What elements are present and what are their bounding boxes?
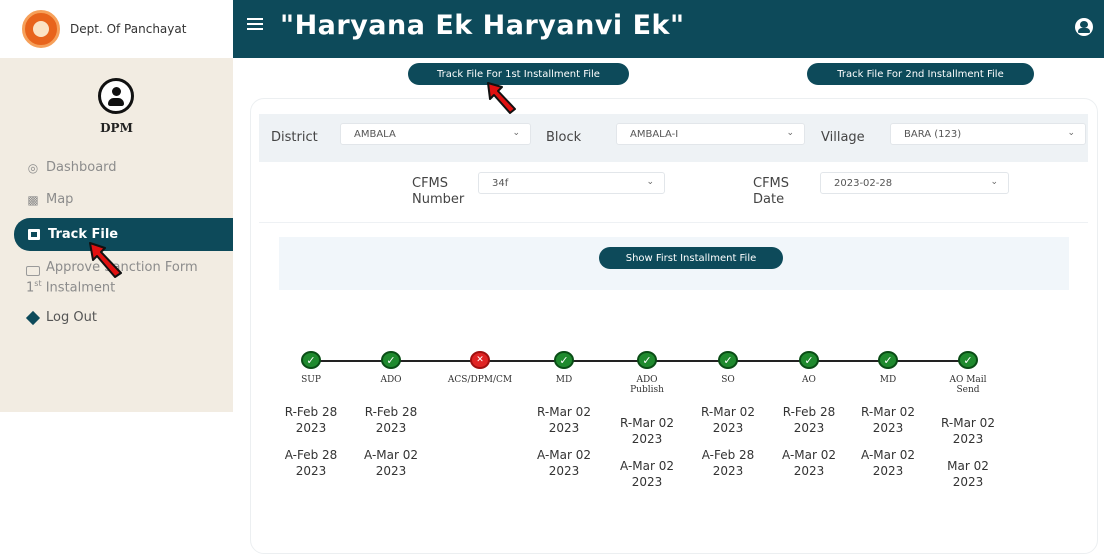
app-root: Dept. Of Panchayat DPM ◎ Dashboard ▩ Map… <box>0 0 1104 554</box>
check-icon: ✓ <box>878 351 898 369</box>
brand-name: Dept. Of Panchayat <box>70 22 187 36</box>
menu-icon[interactable] <box>247 18 263 30</box>
track-second-installment-button[interactable]: Track File For 2nd Installment File <box>807 63 1034 85</box>
timeline-stage-label: SO <box>721 375 735 385</box>
chevron-down-icon: ⌄ <box>786 128 794 138</box>
account-icon[interactable] <box>1075 18 1093 36</box>
approved-date: A-Mar 02 2023 <box>537 448 591 478</box>
timeline-stage-label: MD <box>879 375 897 385</box>
check-icon: ✓ <box>637 351 657 369</box>
approved-date: A-Feb 28 2023 <box>701 448 755 478</box>
block-label: Block <box>546 130 582 145</box>
divider <box>259 222 1088 223</box>
cfms-date-value: 2023-02-28 <box>834 177 893 189</box>
sidebar-item-label: Dashboard <box>46 160 117 175</box>
sidebar-item-dashboard[interactable]: ◎ Dashboard <box>26 160 117 175</box>
sidebar-item-label: Log Out <box>46 310 97 325</box>
district-label: District <box>271 130 318 145</box>
received-date: R-Mar 02 2023 <box>941 416 995 446</box>
block-value: AMBALA-I <box>630 128 679 140</box>
check-icon: ✓ <box>718 351 738 369</box>
received-date: R-Feb 28 2023 <box>284 405 338 435</box>
received-date: R-Feb 28 2023 <box>364 405 418 435</box>
map-icon: ▩ <box>27 192 39 207</box>
received-date: R-Mar 02 2023 <box>861 405 915 435</box>
district-value: AMBALA <box>354 128 396 140</box>
check-icon: ✓ <box>381 351 401 369</box>
cfms-number-value: 34f <box>492 177 509 189</box>
approved-date: A-Feb 28 2023 <box>284 448 338 478</box>
chevron-down-icon: ⌄ <box>990 177 998 187</box>
brand[interactable]: Dept. Of Panchayat <box>0 0 233 58</box>
village-label: Village <box>821 130 865 145</box>
sidebar-item-label-line2: 1st Instalment <box>26 279 116 296</box>
chevron-down-icon: ⌄ <box>1067 128 1075 138</box>
cfms-date-label: CFMS Date <box>753 176 790 207</box>
block-select[interactable]: AMBALA-I ⌄ <box>616 123 805 145</box>
track-first-installment-button[interactable]: Track File For 1st Installment File <box>408 63 629 85</box>
user-role: DPM <box>100 121 133 135</box>
file-icon <box>28 229 40 240</box>
chevron-down-icon: ⌄ <box>512 128 520 138</box>
cfms-number-select[interactable]: 34f ⌄ <box>478 172 665 194</box>
form-icon <box>26 266 40 276</box>
village-select[interactable]: BARA (123) ⌄ <box>890 123 1086 145</box>
sidebar: Dept. Of Panchayat DPM ◎ Dashboard ▩ Map <box>0 0 233 412</box>
check-icon: ✓ <box>958 351 978 369</box>
haryana-emblem-icon <box>22 10 60 48</box>
timeline-stage-label: AO Mail Send <box>949 375 987 395</box>
district-select[interactable]: AMBALA ⌄ <box>340 123 531 145</box>
check-icon: ✓ <box>554 351 574 369</box>
received-date: R-Feb 28 2023 <box>782 405 836 435</box>
show-first-installment-button[interactable]: Show First Installment File <box>599 247 783 269</box>
page-title: "Haryana Ek Haryanvi Ek" <box>280 10 685 41</box>
chevron-down-icon: ⌄ <box>646 177 654 187</box>
timeline-stage-label: SUP <box>301 375 321 385</box>
check-icon: ✓ <box>301 351 321 369</box>
logout-icon <box>25 310 41 325</box>
approved-date: Mar 02 2023 <box>947 459 989 489</box>
approved-date: A-Mar 02 2023 <box>861 448 915 478</box>
pointer-arrow-icon <box>89 242 122 278</box>
pointer-arrow-icon <box>487 82 516 114</box>
approved-date: A-Mar 02 2023 <box>782 448 836 478</box>
timeline-stage-label: AO <box>802 375 816 385</box>
header-bar: "Haryana Ek Haryanvi Ek" <box>233 0 1104 58</box>
timeline-stage-label: ADO Publish <box>630 375 664 395</box>
approved-date: A-Mar 02 2023 <box>620 459 674 489</box>
sidebar-item-label: Map <box>46 192 74 207</box>
check-icon: ✓ <box>799 351 819 369</box>
user-avatar-icon <box>98 78 134 114</box>
village-value: BARA (123) <box>904 128 962 140</box>
timeline-stage-label: ADO <box>380 375 402 385</box>
cfms-date-select[interactable]: 2023-02-28 ⌄ <box>820 172 1009 194</box>
timeline-stage-label: MD <box>555 375 573 385</box>
received-date: R-Mar 02 2023 <box>620 416 674 446</box>
timeline-stage-label: ACS/DPM/CM <box>447 375 513 385</box>
sidebar-item-logout[interactable]: Log Out <box>25 310 97 325</box>
cross-icon: ✕ <box>470 351 490 369</box>
received-date: R-Mar 02 2023 <box>701 405 755 435</box>
cfms-number-label: CFMS Number <box>412 176 465 207</box>
approved-date: A-Mar 02 2023 <box>364 448 418 478</box>
dashboard-icon: ◎ <box>27 160 39 175</box>
sidebar-item-map[interactable]: ▩ Map <box>26 192 73 207</box>
received-date: R-Mar 02 2023 <box>537 405 591 435</box>
